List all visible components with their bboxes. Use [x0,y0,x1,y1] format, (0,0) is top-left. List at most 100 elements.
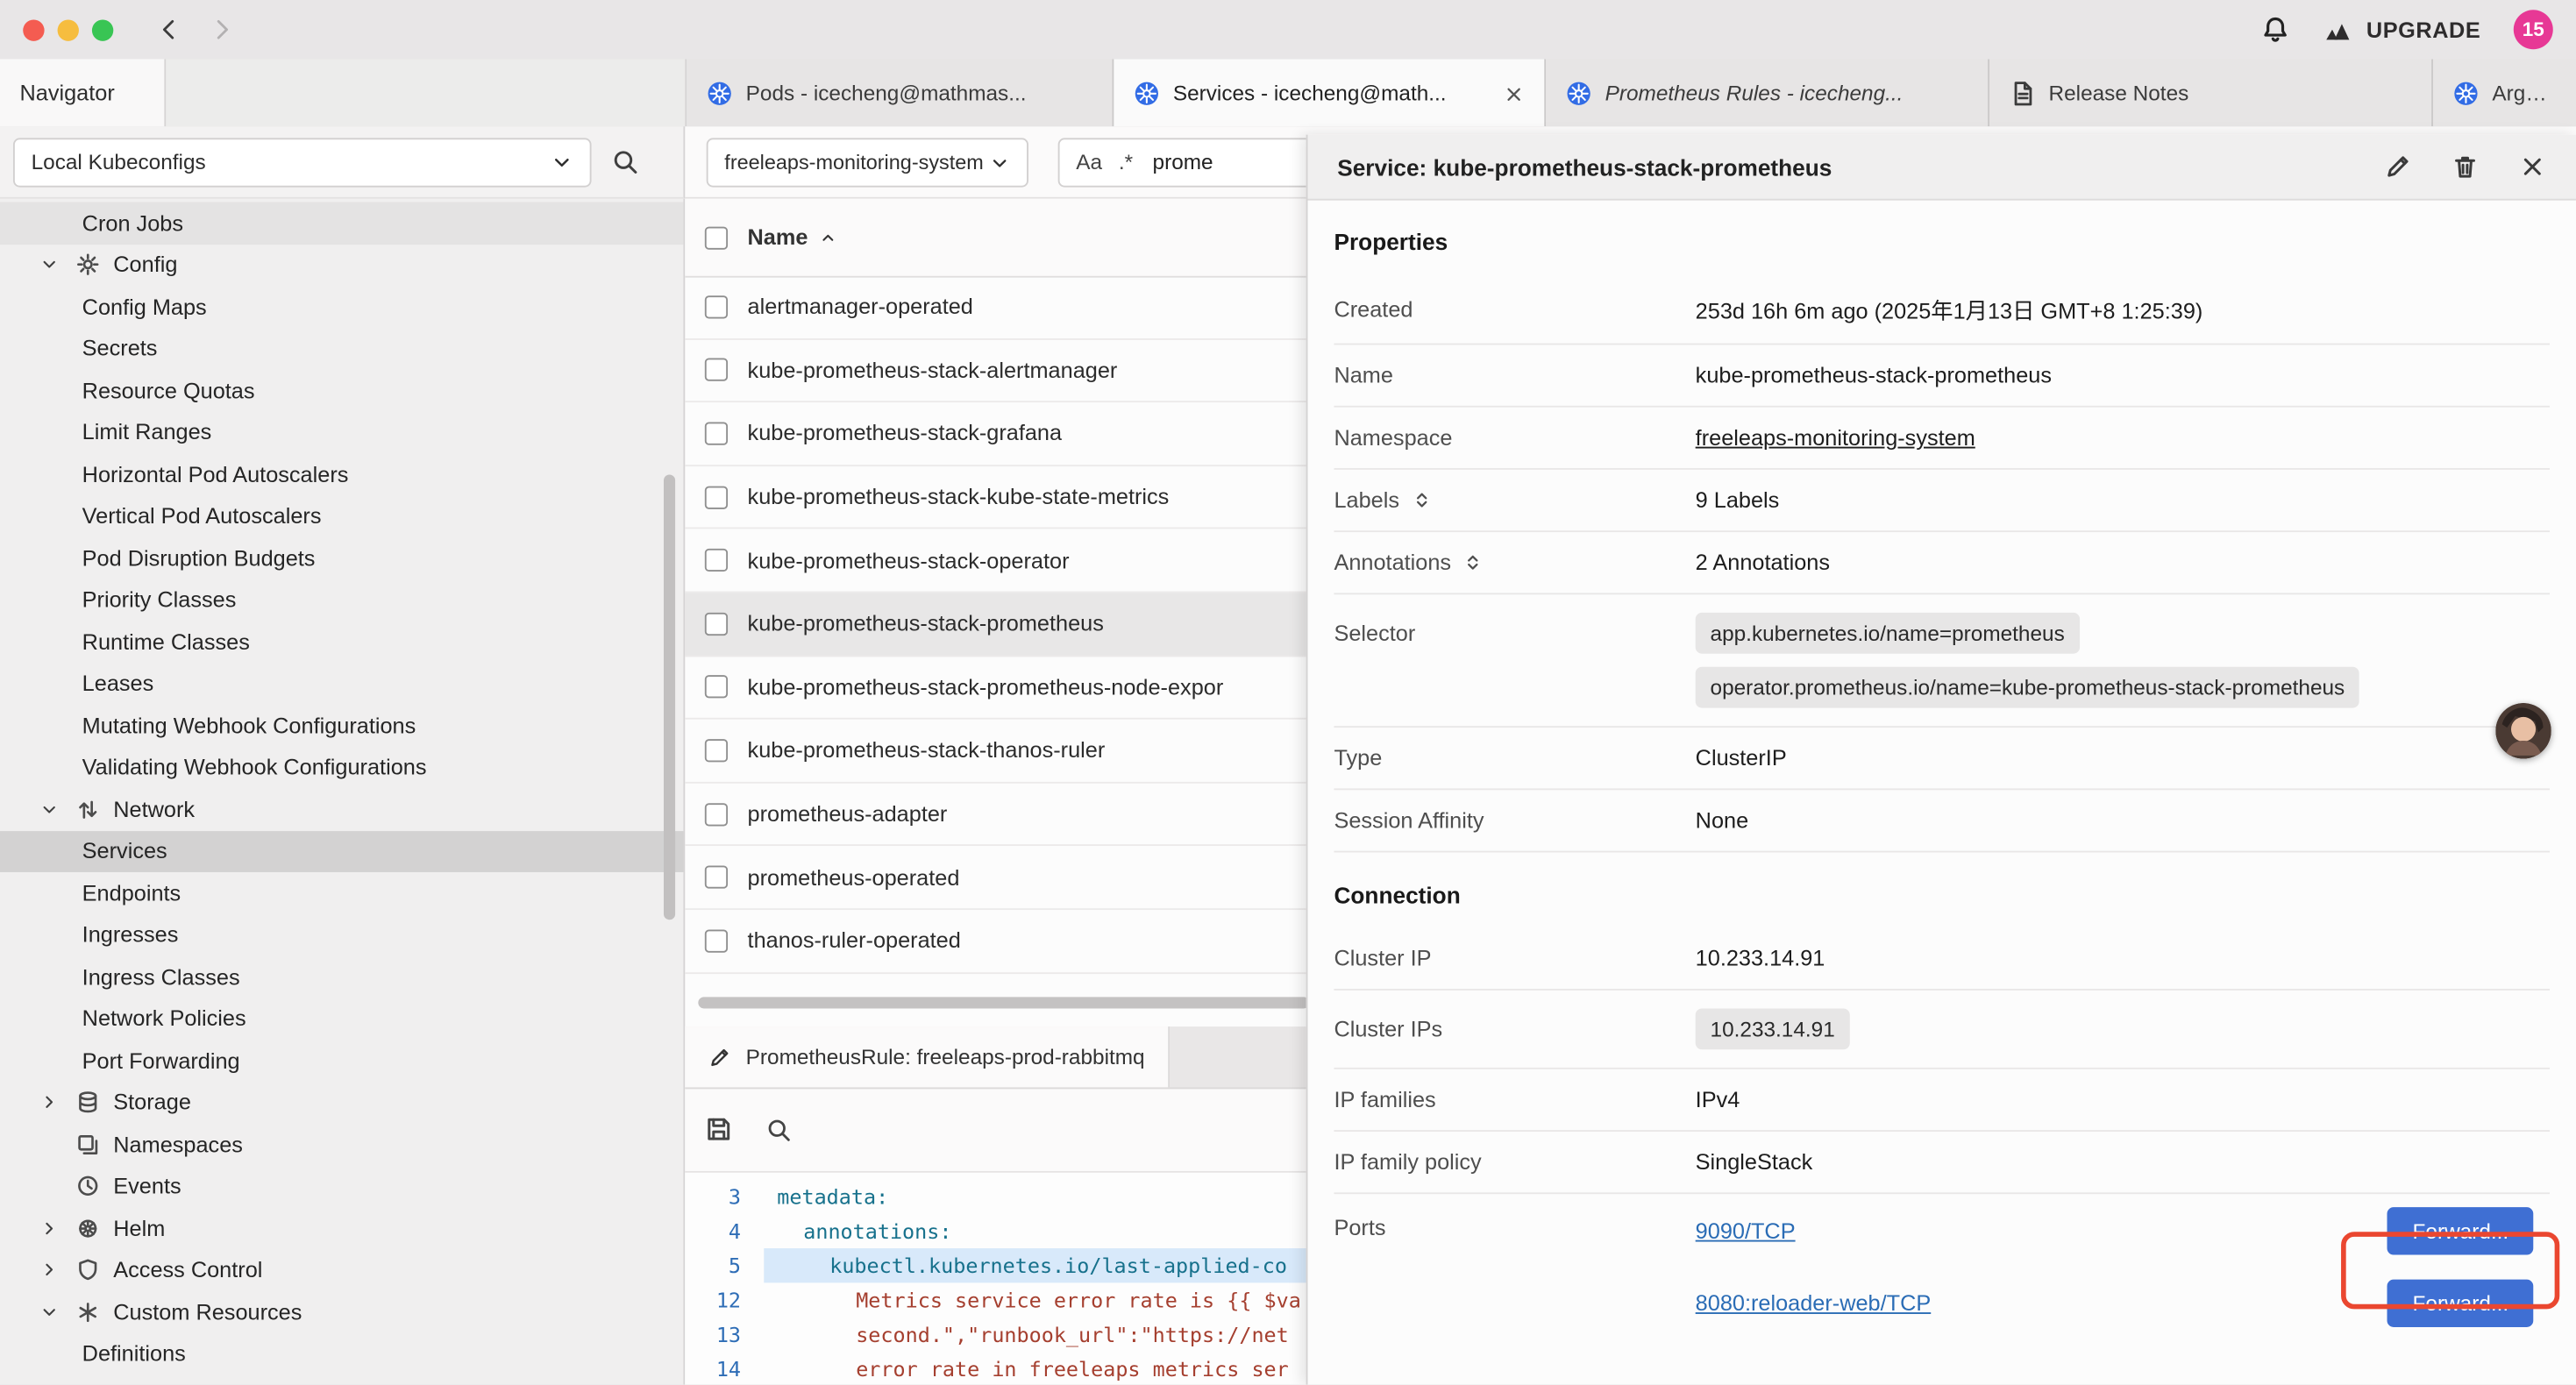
name-column-header[interactable]: Name [748,225,808,250]
sidebar-item-resource-quotas[interactable]: Resource Quotas [0,370,683,412]
port-forward-link[interactable]: 9090/TCP [1696,1218,1796,1242]
sidebar-item-network-policies[interactable]: Network Policies [0,998,683,1040]
chevron-right-icon[interactable] [39,1218,59,1238]
edit-resource-button[interactable] [2384,152,2412,181]
row-checkbox[interactable] [705,612,728,635]
database-icon [75,1090,100,1115]
notifications-bell-icon[interactable] [2261,15,2291,45]
sidebar-item-pod-disruption-budgets[interactable]: Pod Disruption Budgets [0,537,683,579]
dock-tab-label: PrometheusRule: freeleaps-prod-rabbitmq [746,1045,1145,1069]
row-checkbox[interactable] [705,866,728,889]
sidebar-item-runtime-classes[interactable]: Runtime Classes [0,621,683,663]
sidebar-item-storage[interactable]: Storage [0,1082,683,1124]
namespace-link[interactable]: freeleaps-monitoring-system [1696,425,1975,450]
sidebar-item-vertical-pod-autoscalers[interactable]: Vertical Pod Autoscalers [0,495,683,537]
close-drawer-button[interactable] [2518,152,2546,181]
sidebar-item-helm[interactable]: Helm [0,1207,683,1249]
sidebar-item-cron-jobs[interactable]: Cron Jobs [0,202,683,244]
row-checkbox[interactable] [705,423,728,445]
tab-argo-se[interactable]: Argo Se [2433,59,2576,126]
save-icon[interactable] [705,1115,733,1145]
sort-asc-icon[interactable] [818,225,837,250]
sidebar-item-services[interactable]: Services [0,830,683,872]
horizontal-scrollbar-thumb[interactable] [698,997,1309,1008]
zoom-window-button[interactable] [92,19,113,40]
chevron-down-icon[interactable] [39,799,59,819]
sidebar-item-horizontal-pod-autoscalers[interactable]: Horizontal Pod Autoscalers [0,453,683,495]
row-checkbox[interactable] [705,802,728,825]
kubeconfig-select[interactable]: Local Kubeconfigs [13,137,592,186]
line-number: 5 [685,1254,760,1278]
tab-pods-icecheng-mathmas[interactable]: Pods - icecheng@mathmas... [687,59,1114,126]
sidebar-item-mutating-webhook-configurations[interactable]: Mutating Webhook Configurations [0,705,683,747]
sidebar-item-priority-classes[interactable]: Priority Classes [0,579,683,621]
back-button[interactable] [156,15,182,45]
match-case-toggle[interactable]: Aa [1076,150,1102,174]
sidebar-scrollbar-thumb[interactable] [664,475,675,920]
unfold-icon[interactable] [1462,552,1484,573]
select-all-checkbox[interactable] [705,226,728,249]
chevron-down-icon[interactable] [39,799,59,819]
sidebar-item-leases[interactable]: Leases [0,663,683,705]
sidebar-item-config[interactable]: Config [0,244,683,286]
namespace-filter-select[interactable]: freeleaps-monitoring-system [707,137,1028,186]
tab-services-icecheng-math[interactable]: Services - icecheng@math... [1114,59,1546,126]
sidebar-item-port-forwarding[interactable]: Port Forwarding [0,1040,683,1082]
close-window-button[interactable] [23,19,44,40]
row-checkbox[interactable] [705,486,728,508]
row-checkbox[interactable] [705,295,728,318]
tab-label: Argo Se [2492,81,2556,105]
property-label: Labels [1334,487,1399,512]
close-tab-icon[interactable] [1503,81,1524,105]
sidebar-item-label: Pod Disruption Budgets [82,546,316,571]
sidebar-item-definitions[interactable]: Definitions [0,1333,683,1375]
search-input[interactable] [1149,148,1251,176]
port-forward-link[interactable]: 8080:reloader-web/TCP [1696,1290,1932,1315]
forward-button[interactable]: Forward... [2387,1279,2533,1326]
unfold-icon[interactable] [1411,489,1432,510]
navigator-search-button[interactable] [611,148,639,176]
sidebar-item-endpoints[interactable]: Endpoints [0,872,683,914]
tab-release-notes[interactable]: Release Notes [1989,59,2433,126]
chevron-right-icon[interactable] [39,1218,59,1238]
sidebar-item-validating-webhook-configurations[interactable]: Validating Webhook Configurations [0,747,683,789]
row-checkbox[interactable] [705,929,728,952]
forward-button[interactable] [209,15,235,45]
sidebar-item-custom-resources[interactable]: Custom Resources [0,1291,683,1333]
list-search-field[interactable]: Aa .* [1058,137,1325,186]
editor-search-icon[interactable] [765,1115,792,1145]
forward-button[interactable]: Forward... [2387,1206,2533,1254]
user-avatar[interactable] [2495,703,2551,759]
tab-prometheus-rules-icecheng[interactable]: Prometheus Rules - icecheng... [1546,59,1989,126]
sidebar-item-config-maps[interactable]: Config Maps [0,286,683,328]
sidebar-item-secrets[interactable]: Secrets [0,328,683,370]
dock-tab-prometheusrule[interactable]: PrometheusRule: freeleaps-prod-rabbitmq [685,1026,1169,1087]
chevron-down-icon[interactable] [39,1302,59,1321]
chevron-down-icon[interactable] [39,255,59,274]
minimize-window-button[interactable] [58,19,79,40]
property-label: IP families [1334,1087,1435,1112]
sidebar-item-ingresses[interactable]: Ingresses [0,914,683,956]
row-checkbox[interactable] [705,739,728,762]
sidebar-item-network[interactable]: Network [0,788,683,830]
chevron-right-icon[interactable] [39,1092,59,1112]
chevron-right-icon[interactable] [39,1092,59,1112]
chevron-down-icon[interactable] [39,255,59,274]
row-checkbox[interactable] [705,549,728,572]
sidebar-item-namespaces[interactable]: Namespaces [0,1124,683,1166]
upgrade-button[interactable]: UPGRADE [2323,15,2480,45]
drawer-body: PropertiesCreated253d 16h 6m ago (2025年1… [1307,199,2576,1385]
close-icon[interactable] [1503,84,1524,105]
sidebar-item-label: Priority Classes [82,587,237,612]
sidebar-item-events[interactable]: Events [0,1165,683,1207]
chevron-right-icon[interactable] [39,1261,59,1280]
delete-resource-button[interactable] [2451,152,2480,181]
sidebar-item-limit-ranges[interactable]: Limit Ranges [0,411,683,453]
sidebar-item-access-control[interactable]: Access Control [0,1249,683,1291]
row-checkbox[interactable] [705,676,728,699]
chevron-right-icon[interactable] [39,1261,59,1280]
sidebar-item-ingress-classes[interactable]: Ingress Classes [0,956,683,998]
row-checkbox[interactable] [705,359,728,381]
regex-toggle[interactable]: .* [1119,150,1133,174]
chevron-down-icon[interactable] [39,1302,59,1321]
